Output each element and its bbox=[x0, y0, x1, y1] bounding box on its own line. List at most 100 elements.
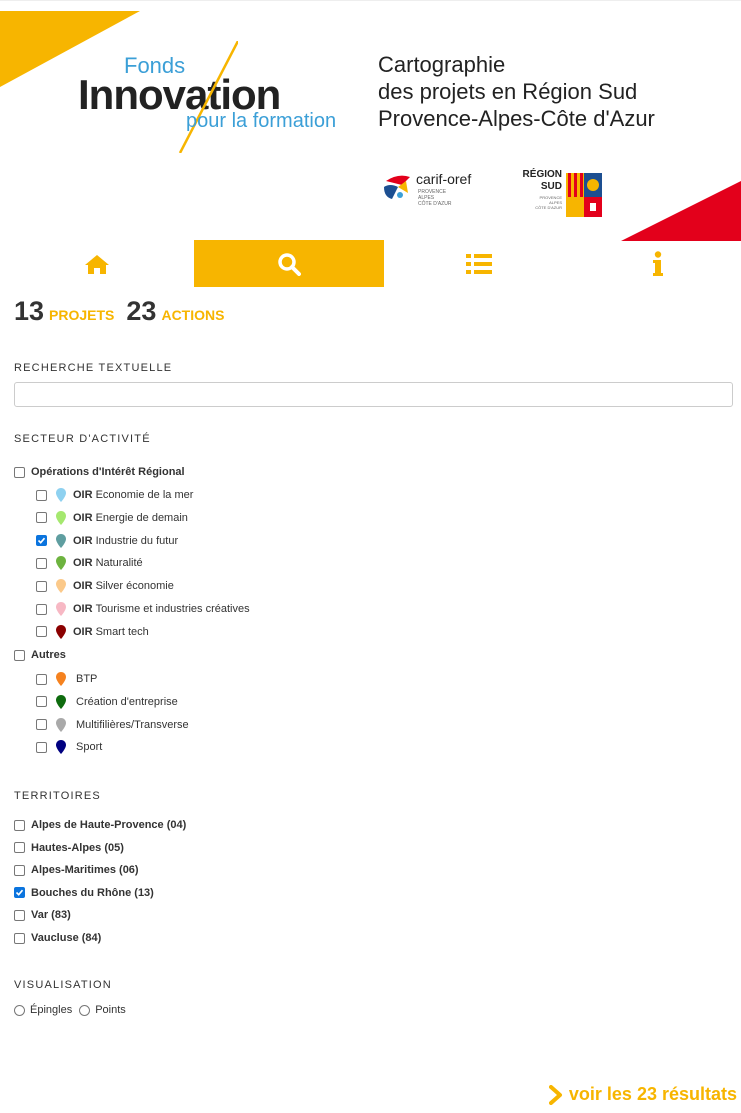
radio-epingles[interactable] bbox=[14, 1004, 25, 1016]
nav-info[interactable] bbox=[574, 240, 741, 287]
sector-item[interactable]: OIR Economie de la mer bbox=[36, 487, 193, 503]
radio-points-label[interactable]: Points bbox=[95, 1004, 126, 1016]
sector-item[interactable]: Création d'entreprise bbox=[36, 694, 178, 710]
title-line-2: des projets en Région Sud bbox=[378, 79, 638, 104]
map-pin-icon bbox=[56, 694, 66, 709]
territory-label: Alpes de Haute-Provence (04) bbox=[31, 819, 187, 831]
sector-item[interactable]: OIR Industrie du futur bbox=[36, 533, 178, 549]
checkbox[interactable] bbox=[14, 842, 25, 854]
item-label: Tourisme et industries créatives bbox=[95, 603, 250, 615]
item-label: BTP bbox=[76, 673, 98, 685]
map-pin-icon bbox=[56, 602, 66, 616]
sector-item[interactable]: OIR Tourisme et industries créatives bbox=[36, 601, 250, 617]
checkbox[interactable] bbox=[36, 696, 47, 708]
carif-oref-subtitle: PROVENCE ALPES CÔTE D'AZUR bbox=[418, 189, 451, 207]
sector-item[interactable]: Multifilières/Transverse bbox=[36, 717, 189, 733]
checkbox[interactable] bbox=[14, 909, 25, 921]
item-label: Multifilières/Transverse bbox=[76, 718, 189, 731]
checkbox[interactable] bbox=[36, 673, 47, 685]
search-input[interactable] bbox=[14, 382, 733, 407]
view-results-link[interactable]: voir les 23 résultats bbox=[548, 1084, 737, 1105]
actions-count: 23 bbox=[126, 296, 157, 326]
sector-group-autres[interactable]: Autres bbox=[14, 647, 66, 663]
group-label: Autres bbox=[31, 649, 66, 661]
check-icon bbox=[15, 889, 24, 897]
carif-oref-name: carif-oref bbox=[416, 171, 472, 187]
radio-points[interactable] bbox=[79, 1004, 91, 1016]
map-pin-icon bbox=[56, 740, 66, 755]
checkbox[interactable] bbox=[14, 864, 25, 876]
search-section-title: RECHERCHE TEXTUELLE bbox=[14, 362, 173, 374]
title-line-3: Provence-Alpes-Côte d'Azur bbox=[378, 106, 655, 131]
sector-item[interactable]: OIR Energie de demain bbox=[36, 510, 188, 526]
region-sud-logo: RÉGION SUD PROVENCE ALPES CÔTE D'AZUR bbox=[514, 167, 610, 217]
item-label: Création d'entreprise bbox=[76, 695, 178, 708]
list-icon bbox=[466, 253, 492, 274]
map-pin-icon bbox=[56, 717, 66, 732]
region-sud-name-1: RÉGION bbox=[522, 169, 562, 180]
home-icon bbox=[85, 254, 109, 274]
page-title: Cartographie des projets en Région Sud P… bbox=[378, 51, 655, 132]
logo-pour-text: pour la formation bbox=[186, 110, 337, 132]
item-prefix: OIR bbox=[73, 557, 93, 570]
nav-list[interactable] bbox=[384, 240, 574, 287]
territory-label: Hautes-Alpes (05) bbox=[31, 841, 124, 854]
checkbox[interactable] bbox=[36, 535, 47, 547]
search-icon bbox=[278, 252, 301, 276]
sector-item[interactable]: BTP bbox=[36, 671, 97, 687]
checkbox[interactable] bbox=[14, 466, 25, 478]
item-prefix: OIR bbox=[73, 511, 93, 524]
item-label: Silver économie bbox=[95, 580, 174, 593]
checkbox[interactable] bbox=[36, 489, 47, 501]
territory-label: Bouches du Rhône (13) bbox=[31, 886, 154, 899]
territory-item[interactable]: Bouches du Rhône (13) bbox=[14, 885, 154, 901]
radio-epingles-label[interactable]: Épingles bbox=[30, 1004, 72, 1016]
item-prefix: OIR bbox=[73, 489, 93, 501]
sector-item[interactable]: OIR Naturalité bbox=[36, 555, 143, 571]
view-results-label: voir les 23 résultats bbox=[568, 1084, 737, 1104]
sector-section-title: SECTEUR D'ACTIVITÉ bbox=[14, 433, 151, 445]
checkbox[interactable] bbox=[36, 719, 47, 731]
checkbox[interactable] bbox=[36, 557, 47, 569]
item-label: Economie de la mer bbox=[95, 489, 194, 501]
sector-item[interactable]: Sport bbox=[36, 739, 102, 755]
corner-decoration-red bbox=[621, 181, 741, 241]
carif-oref-icon bbox=[384, 175, 410, 199]
sector-item[interactable]: OIR Smart tech bbox=[36, 624, 149, 640]
map-pin-icon bbox=[56, 556, 66, 571]
nav-home[interactable] bbox=[0, 240, 194, 287]
title-line-1: Cartographie bbox=[378, 52, 506, 77]
checkbox[interactable] bbox=[36, 580, 47, 592]
map-pin-icon bbox=[56, 488, 66, 502]
checkbox[interactable] bbox=[36, 603, 47, 615]
checkbox[interactable] bbox=[36, 512, 47, 524]
territory-item[interactable]: Vaucluse (84) bbox=[14, 930, 101, 946]
territory-item[interactable]: Hautes-Alpes (05) bbox=[14, 840, 124, 856]
logo-slash-icon bbox=[178, 41, 238, 153]
checkbox[interactable] bbox=[14, 932, 25, 944]
territory-item[interactable]: Var (83) bbox=[14, 907, 71, 923]
group-label: Opérations d'Intérêt Régional bbox=[31, 466, 185, 478]
header: Fonds Innovation pour la formation Carto… bbox=[0, 0, 741, 241]
fonds-innovation-logo: Fonds Innovation pour la formation bbox=[78, 41, 368, 161]
visualisation-options: Épingles Points bbox=[14, 1002, 126, 1018]
map-pin-icon bbox=[56, 579, 66, 594]
territory-label: Vaucluse (84) bbox=[31, 932, 102, 944]
info-icon bbox=[652, 250, 663, 276]
check-icon bbox=[37, 537, 46, 544]
main-nav bbox=[0, 240, 741, 287]
result-counts: 13 PROJETS 23 ACTIONS bbox=[14, 296, 236, 327]
checkbox[interactable] bbox=[14, 649, 25, 661]
checkbox[interactable] bbox=[14, 887, 25, 899]
sector-group-oir[interactable]: Opérations d'Intérêt Régional bbox=[14, 464, 185, 480]
sector-item[interactable]: OIR Silver économie bbox=[36, 578, 174, 594]
checkbox[interactable] bbox=[36, 741, 47, 753]
carif-oref-logo: carif-oref PROVENCE ALPES CÔTE D'AZUR bbox=[382, 169, 492, 209]
actions-label: ACTIONS bbox=[161, 307, 225, 323]
territory-item[interactable]: Alpes de Haute-Provence (04) bbox=[14, 817, 186, 833]
checkbox[interactable] bbox=[36, 626, 47, 638]
territory-item[interactable]: Alpes-Maritimes (06) bbox=[14, 862, 139, 878]
map-pin-icon bbox=[56, 533, 66, 548]
checkbox[interactable] bbox=[14, 819, 25, 831]
nav-search[interactable] bbox=[194, 240, 384, 287]
